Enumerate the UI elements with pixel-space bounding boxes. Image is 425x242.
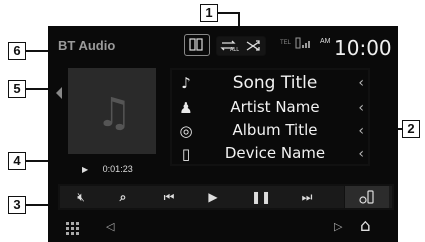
device-setup-button[interactable] <box>344 186 389 208</box>
phone-list-icon <box>189 38 203 51</box>
tel-status-label: TEL <box>280 40 292 46</box>
device-icon: ▯ <box>181 145 191 163</box>
track-info-panel: ♪ Song Title ‹ ♟ Artist Name ‹ ◎ Album T… <box>170 68 370 166</box>
callout-3: 3 <box>8 196 26 214</box>
clock-time: 10:00 <box>334 36 392 60</box>
control-bar: 🔇︎ ⌕ ⏮︎ ▶ ❚❚ ⏭︎ <box>58 184 394 210</box>
previous-source-arrow-icon[interactable] <box>54 86 64 100</box>
callout-1: 1 <box>200 4 218 22</box>
elapsed-time: 0:01:23 <box>102 164 133 174</box>
clock-ampm: AM <box>320 38 331 45</box>
pause-icon[interactable]: ❚❚ <box>248 186 274 208</box>
artist-name-row[interactable]: ♟ Artist Name ‹ <box>172 97 368 121</box>
chevron-left-icon: ‹ <box>358 75 364 91</box>
device-name-row[interactable]: ▯ Device Name ‹ <box>172 143 368 167</box>
callout-6: 6 <box>8 42 26 60</box>
album-title-row[interactable]: ◎ Album Title ‹ <box>172 120 368 144</box>
phone-settings-icon <box>359 190 374 204</box>
music-note-icon: ♫ <box>96 90 132 136</box>
album-icon: ◎ <box>179 122 193 140</box>
album-artwork: ♫ <box>68 68 156 154</box>
song-title-row[interactable]: ♪ Song Title ‹ <box>172 72 368 96</box>
home-icon[interactable]: ⌂ <box>360 216 371 236</box>
play-status: ▶ 0:01:23 <box>82 164 133 174</box>
top-bar: BT Audio ALL TEL AM 10:00 <box>48 26 398 66</box>
media-screen: BT Audio ALL TEL AM 10:00 ♫ ♪ Song Title… <box>48 26 398 242</box>
bottom-nav-bar: ◁ ▷ ⌂ <box>48 214 398 242</box>
play-icon[interactable]: ▶ <box>200 186 226 208</box>
search-icon[interactable]: ⌕ <box>110 186 136 208</box>
play-status-icon: ▶ <box>82 165 89 174</box>
next-track-icon[interactable]: ⏭︎ <box>294 186 320 208</box>
speaker-mute-icon[interactable]: 🔇︎ <box>68 186 94 208</box>
artist-name: Artist Name <box>230 98 320 116</box>
back-triangle-icon[interactable]: ◁ <box>106 220 114 233</box>
play-mode-group: ALL <box>216 36 266 56</box>
callout-5: 5 <box>8 80 26 98</box>
callout-2: 2 <box>402 120 420 138</box>
device-list-button[interactable] <box>184 34 210 56</box>
song-title: Song Title <box>232 73 318 93</box>
album-title: Album Title <box>232 121 318 139</box>
source-title: BT Audio <box>58 38 116 53</box>
chevron-left-icon: ‹ <box>358 123 364 139</box>
svg-text:ALL: ALL <box>230 47 239 53</box>
music-note-icon: ♪ <box>181 74 191 92</box>
bluetooth-status-icon <box>295 37 310 49</box>
callout-4: 4 <box>8 152 26 170</box>
chevron-left-icon: ‹ <box>358 146 364 162</box>
artist-icon: ♟ <box>179 99 193 117</box>
shuffle-icon[interactable] <box>244 37 264 54</box>
chevron-left-icon: ‹ <box>358 100 364 116</box>
device-name: Device Name <box>224 144 326 162</box>
repeat-all-icon[interactable]: ALL <box>218 37 242 54</box>
callout-1-leader <box>218 12 238 14</box>
forward-triangle-icon[interactable]: ▷ <box>334 220 342 233</box>
previous-track-icon[interactable]: ⏮︎ <box>156 186 182 208</box>
apps-grid-icon[interactable] <box>66 222 80 236</box>
